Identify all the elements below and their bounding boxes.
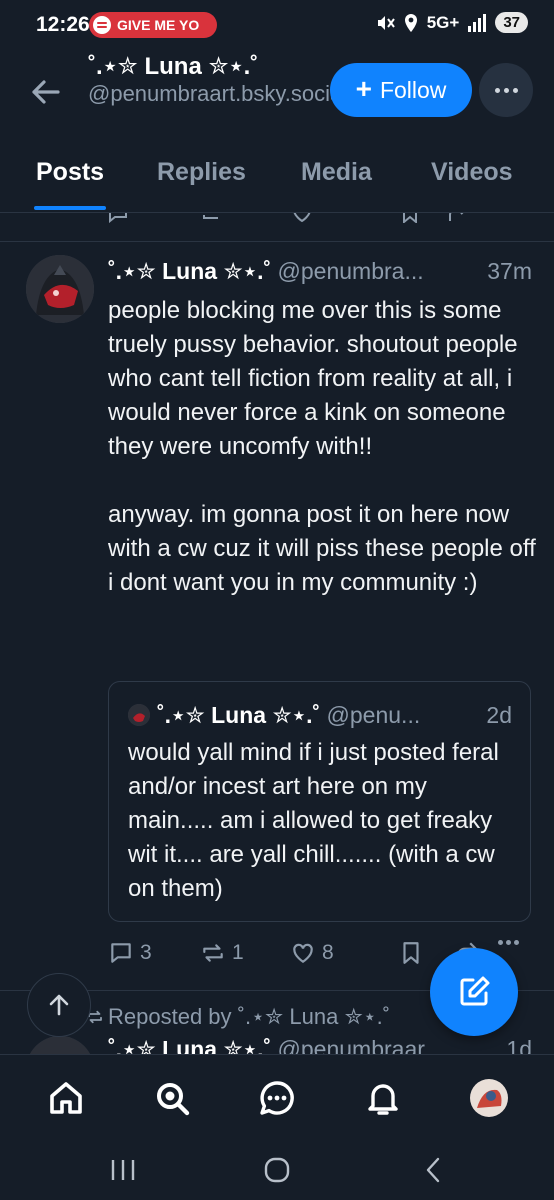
like-button[interactable]: 8 — [290, 940, 334, 966]
reply-count: 3 — [140, 941, 152, 964]
post-more-button[interactable] — [498, 940, 519, 945]
profile-handle: @penumbraart.bsky.social — [88, 81, 348, 106]
quote-handle: @penu... — [326, 702, 421, 728]
quote-timestamp: 2d — [486, 702, 512, 728]
post-handle: @penumbra... — [277, 258, 424, 284]
post-text: people blocking me over this is some tru… — [108, 294, 538, 600]
profile-display-name: ˚.⋆✮ Luna ✮⋆.˚ — [88, 53, 259, 80]
reposted-by-label: Reposted by ˚.⋆✮ Luna ✮⋆.˚ — [108, 1004, 391, 1029]
chat-icon — [260, 1081, 294, 1115]
bell-icon — [368, 1084, 398, 1115]
bookmark-button[interactable] — [398, 940, 424, 966]
status-icons: 5G+ 37 — [375, 12, 528, 33]
search-icon — [157, 1083, 190, 1116]
home-icon — [50, 1082, 82, 1114]
compose-icon — [460, 976, 490, 1006]
next-post-display-name: ˚.⋆✮ Luna ✮⋆.˚ — [108, 1036, 272, 1054]
nav-chat[interactable] — [256, 1077, 298, 1119]
nav-notifications[interactable] — [362, 1077, 404, 1119]
post-timestamp: 37m — [487, 258, 532, 284]
repost-arrows-icon — [203, 215, 218, 219]
ellipsis-dot — [514, 940, 519, 945]
arrow-up-icon — [49, 994, 69, 1016]
speech-bubble-icon — [109, 213, 127, 223]
nav-search[interactable] — [151, 1077, 193, 1119]
ellipsis-dot — [512, 87, 518, 93]
back-chevron-icon — [426, 1157, 440, 1183]
repost-arrows-icon — [203, 944, 223, 962]
heart-icon — [293, 213, 311, 223]
profile-header: ˚.⋆✮ Luna ✮⋆.˚ @penumbraart.bsky.social … — [0, 50, 554, 140]
scroll-to-top-button[interactable] — [27, 973, 91, 1037]
bottom-navigation — [0, 1054, 554, 1138]
tab-posts[interactable]: Posts — [36, 158, 104, 187]
post-author[interactable]: ˚.⋆✮ Luna ✮⋆.˚ @penumbra... — [108, 258, 424, 285]
post-display-name: ˚.⋆✮ Luna ✮⋆.˚ — [108, 258, 272, 284]
quote-avatar — [128, 704, 150, 726]
tab-videos[interactable]: Videos — [431, 158, 513, 187]
ellipsis-icon — [494, 87, 500, 93]
quote-text: would yall mind if i just posted feral a… — [128, 739, 499, 902]
avatar[interactable] — [26, 255, 94, 323]
tab-media[interactable]: Media — [301, 158, 372, 187]
speech-bubble-icon — [111, 943, 131, 963]
recents-icon — [111, 1160, 135, 1180]
signal-icon — [468, 13, 487, 32]
spotify-icon — [93, 16, 111, 34]
location-icon — [404, 13, 417, 32]
system-home-button[interactable] — [262, 1150, 292, 1190]
bookmark-icon — [403, 942, 419, 964]
nav-home[interactable] — [45, 1077, 87, 1119]
compose-button[interactable] — [430, 948, 518, 1036]
arrow-left-icon — [32, 80, 60, 104]
mute-vibrate-icon — [377, 15, 395, 30]
system-recents-button[interactable] — [108, 1150, 138, 1190]
profile-more-button[interactable] — [479, 63, 533, 117]
next-post-handle: @penumbraar... — [277, 1036, 443, 1054]
repost-count: 1 — [232, 941, 244, 964]
network-type: 5G+ — [426, 12, 460, 32]
follow-label: Follow — [379, 76, 447, 103]
share-arrow-icon — [449, 213, 464, 221]
media-playing-pill[interactable]: GIVE ME YO — [89, 12, 217, 38]
previous-post-actions — [0, 213, 554, 223]
avatar-image — [26, 255, 94, 323]
post-paragraph-1: people blocking me over this is some tru… — [108, 297, 518, 460]
quote-author: ˚.⋆✮ Luna ✮⋆.˚ @penu... — [157, 702, 420, 729]
avatar — [470, 1079, 508, 1117]
status-bar: 12:26 GIVE ME YO 5G+ 37 — [0, 0, 554, 50]
repost-button[interactable]: 1 — [200, 940, 244, 966]
reposted-by-row[interactable]: Reposted by ˚.⋆✮ Luna ✮⋆.˚ — [86, 1004, 390, 1030]
next-post-timestamp: 1d — [506, 1036, 532, 1054]
like-count: 8 — [322, 941, 334, 964]
heart-icon — [293, 943, 313, 963]
post-separator — [0, 241, 554, 242]
quote-display-name: ˚.⋆✮ Luna ✮⋆.˚ — [157, 702, 321, 728]
tab-replies[interactable]: Replies — [157, 158, 246, 187]
home-circle-icon — [264, 1157, 290, 1183]
bookmark-icon — [403, 213, 417, 223]
post-paragraph-2: anyway. im gonna post it on here now wit… — [108, 501, 536, 596]
ellipsis-dot — [503, 87, 509, 93]
reply-button[interactable]: 3 — [108, 940, 152, 966]
quoted-post[interactable]: ˚.⋆✮ Luna ✮⋆.˚ @penu... 2d would yall mi… — [108, 681, 531, 922]
ellipsis-dot — [506, 940, 511, 945]
ellipsis-icon — [498, 940, 503, 945]
system-back-button[interactable] — [420, 1150, 446, 1190]
follow-button[interactable]: + Follow — [330, 63, 472, 117]
nav-profile[interactable] — [468, 1077, 510, 1119]
plus-icon: + — [355, 72, 372, 104]
back-button[interactable] — [26, 74, 66, 110]
status-time: 12:26 — [36, 13, 90, 36]
profile-tabs: Posts Replies Media Videos — [0, 150, 554, 212]
media-title: GIVE ME YO — [117, 17, 200, 33]
avatar-image — [128, 704, 150, 726]
next-post-author[interactable]: ˚.⋆✮ Luna ✮⋆.˚ @penumbraar... — [108, 1036, 443, 1054]
active-tab-indicator — [34, 206, 106, 210]
system-navigation — [0, 1138, 554, 1200]
battery-level: 37 — [495, 12, 528, 33]
